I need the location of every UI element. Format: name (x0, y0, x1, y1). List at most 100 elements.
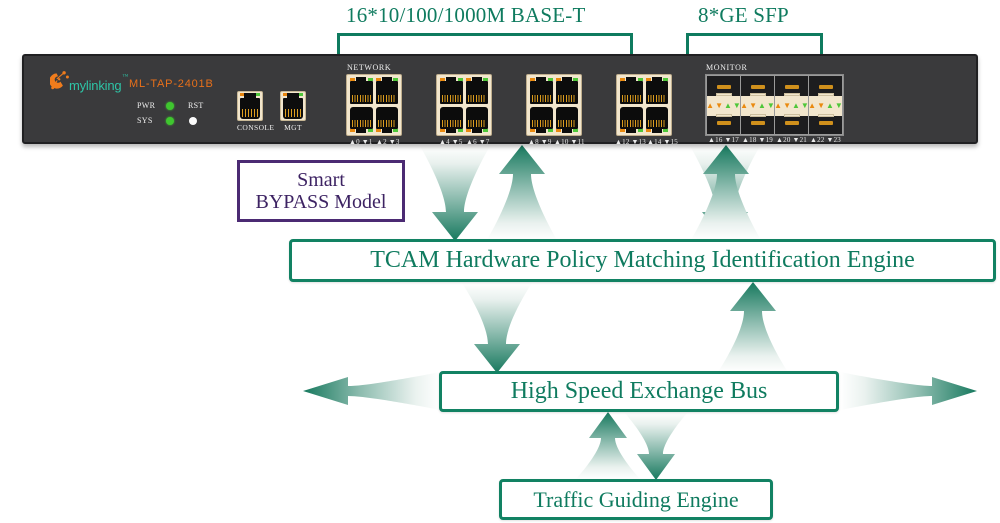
sfp-up-led-icon: ▲ (774, 101, 783, 110)
rj45-port[interactable] (464, 77, 489, 105)
sfp-port-22-23[interactable]: ▲ ▼ ▲ ▼ (808, 76, 843, 134)
network-port-block-3[interactable] (526, 74, 582, 136)
status-led-panel: PWR RST SYS (137, 98, 204, 128)
network-port-label-10-11: ▲10 ▼11 (554, 138, 585, 146)
traffic-guiding-engine-box[interactable]: Traffic Guiding Engine (499, 479, 773, 520)
sfp-up-led-icon: ▲ (808, 101, 817, 110)
sfp-up-led-icon: ▲ (758, 101, 766, 110)
sys-label: SYS (137, 116, 153, 125)
arrow-bus-to-traffic (624, 412, 688, 480)
label-network-ports: 16*10/100/1000M BASE-T (346, 3, 586, 27)
sfp-down-led-icon: ▼ (834, 101, 843, 110)
rj45-port[interactable] (374, 77, 399, 105)
mgt-rj45-icon[interactable] (280, 91, 306, 121)
console-pins (242, 109, 258, 117)
rj45-port[interactable] (619, 77, 644, 105)
sfp-down-led-icon: ▼ (817, 101, 825, 110)
network-port-block-2[interactable] (436, 74, 492, 136)
console-caption: CONSOLE (237, 123, 275, 132)
sfp-led-strip: ▲ ▼ ▲ ▼ (740, 96, 775, 116)
pwr-led-icon (166, 101, 174, 110)
tcam-engine-box[interactable]: TCAM Hardware Policy Matching Identifica… (289, 239, 996, 282)
rj45-port[interactable] (619, 105, 644, 133)
network-port-label-12-13: ▲12 ▼13 (615, 138, 647, 146)
console-rj45-icon[interactable] (237, 91, 263, 121)
rj45-port[interactable] (349, 105, 374, 133)
sfp-latch-bottom (750, 121, 765, 125)
network-port-label-8-9: ▲8 ▼9 (528, 138, 552, 146)
trademark-symbol: ™ (122, 74, 129, 80)
arrow-bus-to-tcam (718, 282, 788, 372)
sfp-down-led-icon: ▼ (749, 101, 757, 110)
sfp-latch-bottom (716, 121, 731, 125)
rj45-port[interactable] (554, 77, 579, 105)
rj45-port[interactable] (644, 77, 669, 105)
rj45-port[interactable] (529, 105, 554, 133)
brand-name: mylinking (69, 78, 122, 93)
rj45-port[interactable] (439, 77, 464, 105)
mgt-caption: MGT (284, 123, 302, 132)
sfp-up-led-icon: ▲ (724, 101, 732, 110)
reset-button[interactable] (189, 116, 197, 125)
mgt-port-unit: MGT (280, 91, 306, 132)
rj45-port[interactable] (554, 105, 579, 133)
sfp-up-led-icon: ▲ (826, 101, 834, 110)
led-row-sys: SYS (137, 113, 204, 128)
network-port-block-4[interactable] (616, 74, 672, 136)
arrow-bus-left-out (303, 372, 440, 410)
monitor-port-label-18-19: ▲18 ▼19 (742, 136, 774, 144)
rj45-port[interactable] (349, 77, 374, 105)
sfp-port-18-19[interactable]: ▲ ▼ ▲ ▼ (740, 76, 775, 134)
rj45-port[interactable] (464, 105, 489, 133)
sfp-latch-top (750, 85, 765, 89)
diagram-canvas: 16*10/100/1000M BASE-T 8*GE SFP mylinkin… (0, 0, 1000, 523)
sfp-clip-bottom (749, 114, 766, 117)
high-speed-exchange-bus-box[interactable]: High Speed Exchange Bus (439, 371, 839, 412)
network-port-label-0-1: ▲0 ▼1 (349, 138, 373, 146)
bracket-network-ports (337, 33, 633, 55)
sfp-up-led-icon: ▲ (740, 101, 749, 110)
callout-line-2: BYPASS Model (255, 191, 387, 213)
arrow-tcam-to-bus (462, 283, 532, 373)
arrow-monitor-to-tcam (690, 146, 760, 241)
sfp-led-strip: ▲ ▼ ▲ ▼ (774, 96, 809, 116)
rj45-port[interactable] (439, 105, 464, 133)
callout-line-1: Smart (297, 168, 345, 191)
sfp-up-led-icon: ▲ (792, 101, 800, 110)
sfp-latch-top (716, 85, 731, 89)
monitor-port-label-22-23: ▲22 ▼23 (810, 136, 842, 144)
console-port-unit: CONSOLE (237, 91, 274, 132)
pwr-label: PWR (137, 101, 156, 110)
sfp-port-20-21[interactable]: ▲ ▼ ▲ ▼ (774, 76, 809, 134)
sfp-up-led-icon: ▲ (706, 101, 715, 110)
sfp-clip-bottom (783, 114, 800, 117)
sfp-led-strip: ▲ ▼ ▲ ▼ (808, 96, 843, 116)
network-section-title: NETWORK (347, 63, 392, 72)
arrow-traffic-to-bus (576, 412, 640, 479)
sfp-clip-bottom (715, 114, 732, 117)
sfp-down-led-icon: ▼ (783, 101, 791, 110)
sfp-cage-group: ▲ ▼ ▲ ▼ ▲ ▼ ▲ ▼ ▲ ▼ ▲ ▼ ▲ ▼ ▲ ▼ (705, 74, 844, 136)
smart-bypass-callout: Smart BYPASS Model (237, 160, 405, 222)
sfp-latch-bottom (784, 121, 799, 125)
model-number: ML-TAP-2401B (129, 78, 214, 90)
network-port-label-6-7: ▲6 ▼7 (466, 138, 490, 146)
rj45-port[interactable] (529, 77, 554, 105)
rj45-port[interactable] (374, 105, 399, 133)
bracket-sfp-ports (686, 33, 823, 55)
arrow-bus-right-out (840, 372, 977, 410)
network-port-block-1[interactable] (346, 74, 402, 136)
label-sfp-ports: 8*GE SFP (698, 3, 789, 27)
sys-led-icon (166, 116, 174, 125)
monitor-port-label-20-21: ▲20 ▼21 (776, 136, 808, 144)
sfp-latch-bottom (818, 121, 833, 125)
monitor-section-title: MONITOR (706, 63, 748, 72)
rj45-port[interactable] (644, 105, 669, 133)
brand-logo: mylinking ™ (49, 70, 129, 93)
sfp-port-16-17[interactable]: ▲ ▼ ▲ ▼ (706, 76, 741, 134)
led-row-pwr: PWR RST (137, 98, 204, 113)
network-port-label-4-5: ▲4 ▼5 (439, 138, 463, 146)
sfp-clip-bottom (817, 114, 834, 117)
arrow-network-to-tcam (420, 146, 490, 241)
network-port-label-2-3: ▲2 ▼3 (376, 138, 400, 146)
